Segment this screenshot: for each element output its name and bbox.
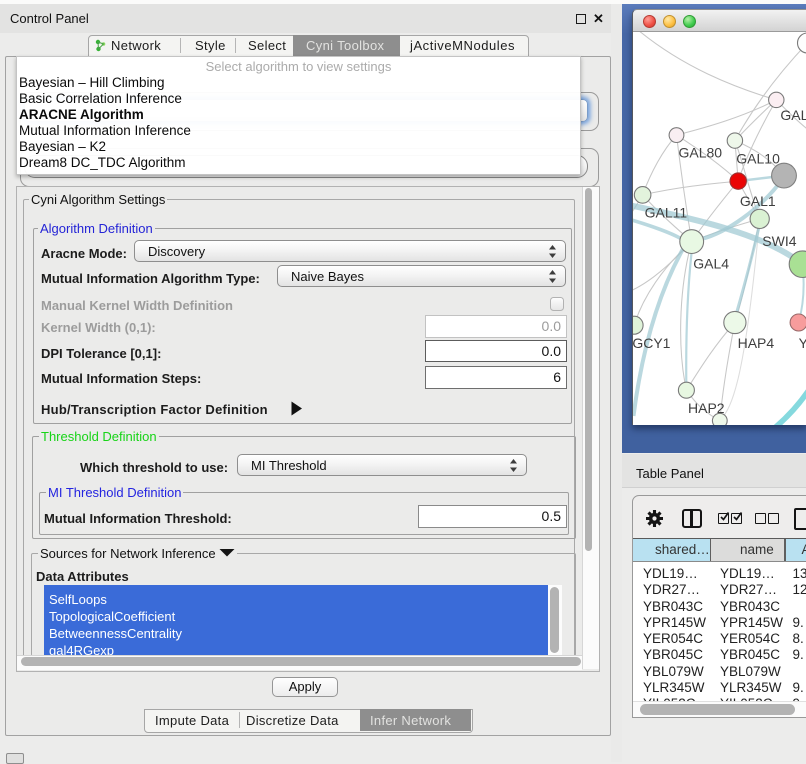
svg-text:GAL1: GAL1: [740, 193, 776, 209]
svg-text:Y: Y: [799, 335, 806, 351]
svg-text:HAP4: HAP4: [738, 335, 775, 351]
svg-text:SWI4: SWI4: [762, 233, 796, 249]
svg-text:HAP2: HAP2: [688, 400, 725, 416]
svg-text:GAL4: GAL4: [693, 256, 729, 272]
svg-text:GAL11: GAL11: [645, 205, 688, 221]
svg-text:GAL10: GAL10: [736, 151, 780, 167]
svg-text:GAL80: GAL80: [679, 145, 723, 161]
svg-text:GAL7: GAL7: [780, 107, 806, 123]
svg-text:GCY1: GCY1: [633, 335, 671, 351]
